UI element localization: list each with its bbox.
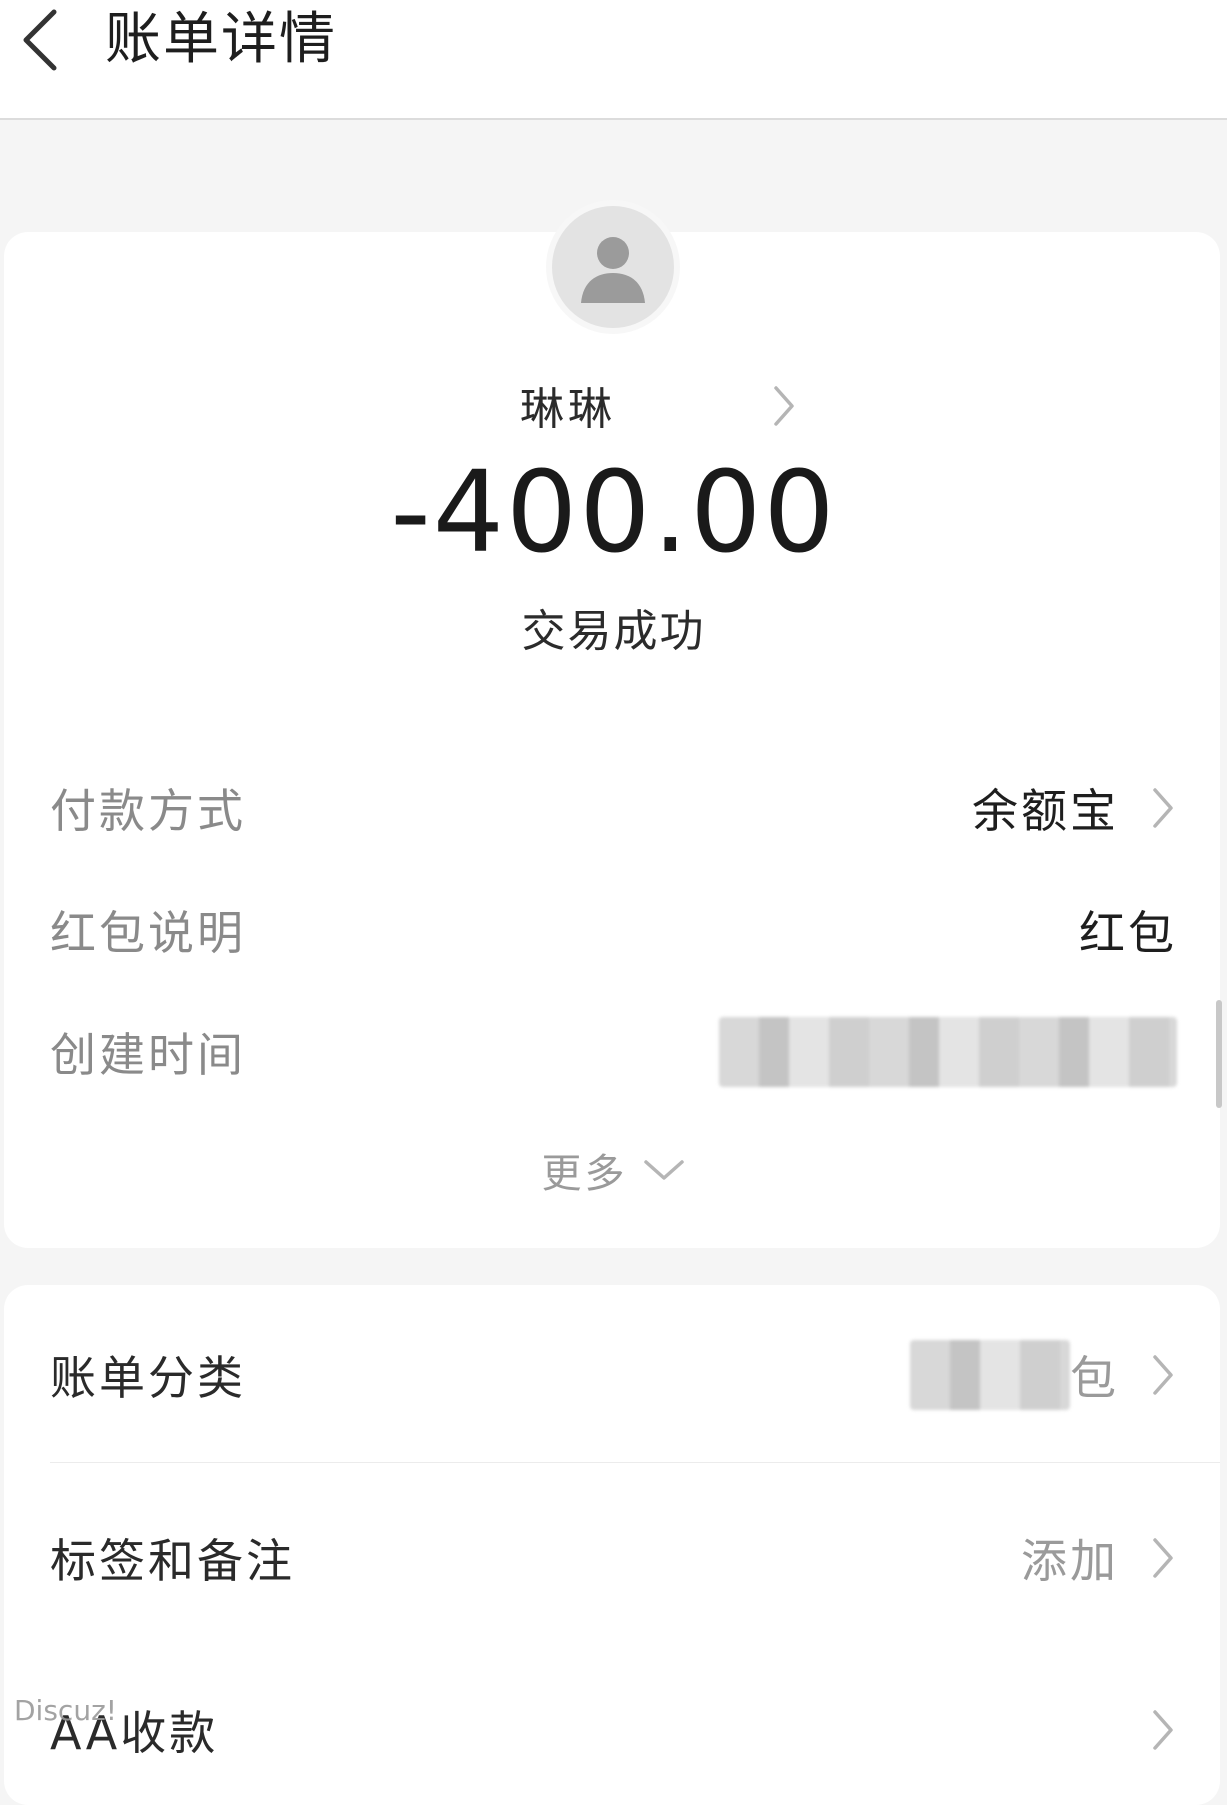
user-avatar-icon <box>581 237 645 303</box>
created-time-row: 创建时间 <box>50 1012 1177 1092</box>
red-packet-value: 红包 <box>1079 906 1177 960</box>
back-button[interactable] <box>8 4 72 76</box>
chevron-down-icon <box>643 1160 684 1180</box>
created-time-label: 创建时间 <box>50 1028 246 1082</box>
chevron-right-icon <box>774 386 794 426</box>
created-time-value-redacted <box>719 1017 1177 1087</box>
payee-row[interactable]: 琳琳 <box>520 370 820 440</box>
aa-collect-row[interactable]: AA收款 <box>50 1690 1177 1770</box>
red-packet-row: 红包说明 红包 <box>50 890 1177 970</box>
tags-notes-label: 标签和备注 <box>50 1534 295 1588</box>
chevron-right-icon <box>1153 1355 1173 1395</box>
payee-name: 琳琳 <box>520 384 616 435</box>
chevron-right-icon <box>1153 1538 1173 1578</box>
bill-category-label: 账单分类 <box>50 1351 246 1405</box>
red-packet-label: 红包说明 <box>50 906 246 960</box>
payment-method-value: 余额宝 <box>972 784 1119 838</box>
more-label: 更多 <box>541 1151 628 1197</box>
payment-method-row[interactable]: 付款方式 余额宝 <box>50 768 1177 848</box>
chevron-right-icon <box>1153 1710 1173 1750</box>
more-button[interactable]: 更多 <box>0 1140 1227 1200</box>
transaction-amount: -400.00 <box>390 448 837 578</box>
tags-notes-value: 添加 <box>1021 1534 1119 1588</box>
chevron-right-icon <box>1153 788 1173 828</box>
watermark: Discuz! <box>14 1694 117 1727</box>
scrollbar[interactable] <box>1216 1000 1222 1108</box>
bill-category-value: 包 <box>1070 1351 1119 1405</box>
back-arrow-icon <box>23 9 57 71</box>
bill-category-value-redacted <box>910 1340 1070 1410</box>
bill-category-row[interactable]: 账单分类 包 <box>50 1335 1177 1415</box>
page-title: 账单详情 <box>105 7 337 72</box>
transaction-status: 交易成功 <box>521 606 706 657</box>
divider <box>50 1462 1220 1463</box>
tags-notes-row[interactable]: 标签和备注 添加 <box>50 1518 1177 1598</box>
payment-method-label: 付款方式 <box>50 784 246 838</box>
avatar[interactable] <box>546 200 680 334</box>
nav-header: 账单详情 <box>0 0 1227 120</box>
